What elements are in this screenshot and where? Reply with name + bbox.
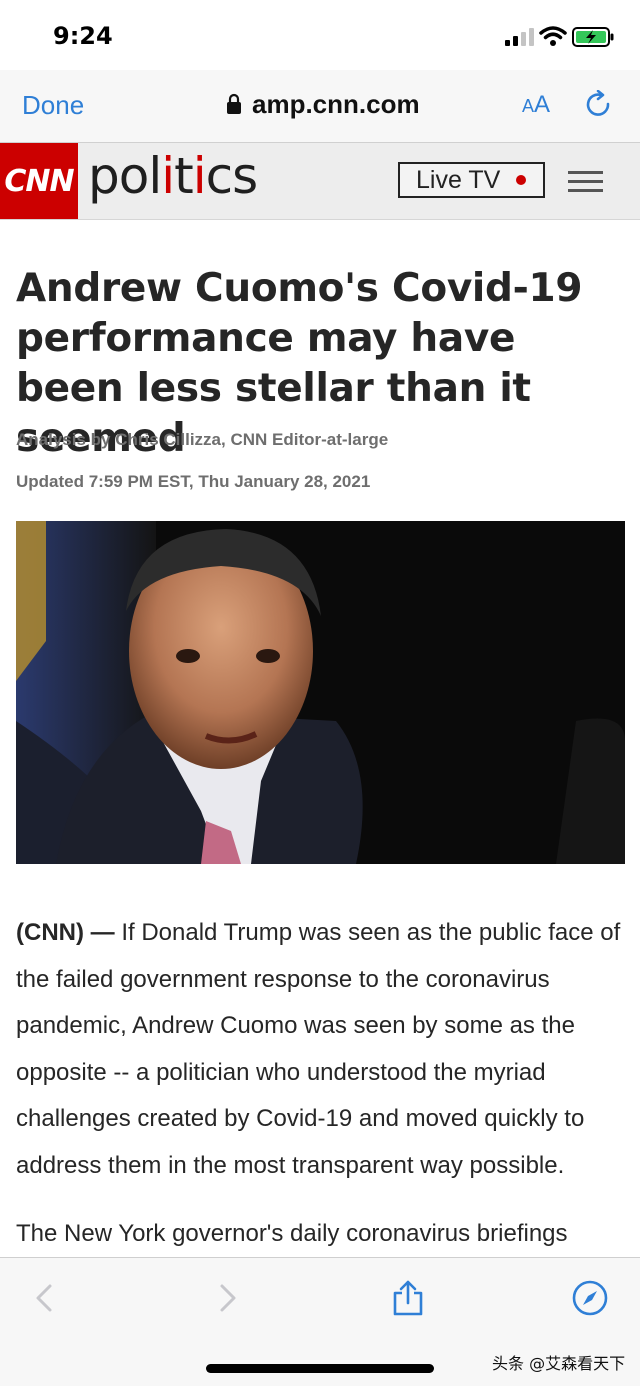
share-icon[interactable] — [388, 1278, 428, 1318]
home-indicator[interactable] — [206, 1364, 434, 1373]
forward-icon[interactable] — [208, 1278, 248, 1318]
cnn-logo[interactable]: CNN — [0, 143, 78, 219]
safari-compass-icon[interactable] — [570, 1278, 610, 1318]
lock-icon — [227, 93, 241, 114]
hamburger-menu-icon[interactable] — [568, 171, 603, 193]
status-bar: 9:24 — [0, 0, 640, 70]
article-byline[interactable]: Analysis by Chris Cillizza, CNN Editor-a… — [16, 430, 388, 450]
article-body: (CNN) — If Donald Trump was seen as the … — [16, 910, 628, 1280]
photo-illustration — [16, 521, 625, 864]
url-text[interactable]: amp.cnn.com — [252, 89, 420, 120]
article-timestamp: Updated 7:59 PM EST, Thu January 28, 202… — [16, 472, 371, 491]
back-icon[interactable] — [24, 1278, 64, 1318]
dateline: (CNN) — — [16, 919, 115, 946]
watermark-text: 头条 @艾森看天下 — [492, 1354, 626, 1373]
done-button[interactable]: Done — [22, 90, 84, 121]
article-photo[interactable] — [16, 521, 625, 864]
section-title[interactable]: politics — [88, 147, 258, 205]
wifi-icon — [539, 26, 567, 46]
cellular-signal-icon — [505, 28, 534, 46]
text-size-button[interactable]: AA — [522, 91, 550, 119]
site-header: CNN politics Live TV — [0, 143, 640, 220]
reload-icon[interactable] — [585, 90, 613, 120]
paragraph-2: The New York governor's daily coronaviru… — [16, 1220, 568, 1247]
live-dot-icon — [516, 175, 527, 185]
browser-address-bar: Done amp.cnn.com AA — [0, 70, 640, 143]
paragraph-1: (CNN) — If Donald Trump was seen as the … — [16, 919, 621, 1179]
live-tv-button[interactable]: Live TV — [398, 162, 545, 198]
battery-icon — [572, 27, 614, 47]
status-time: 9:24 — [53, 22, 113, 50]
